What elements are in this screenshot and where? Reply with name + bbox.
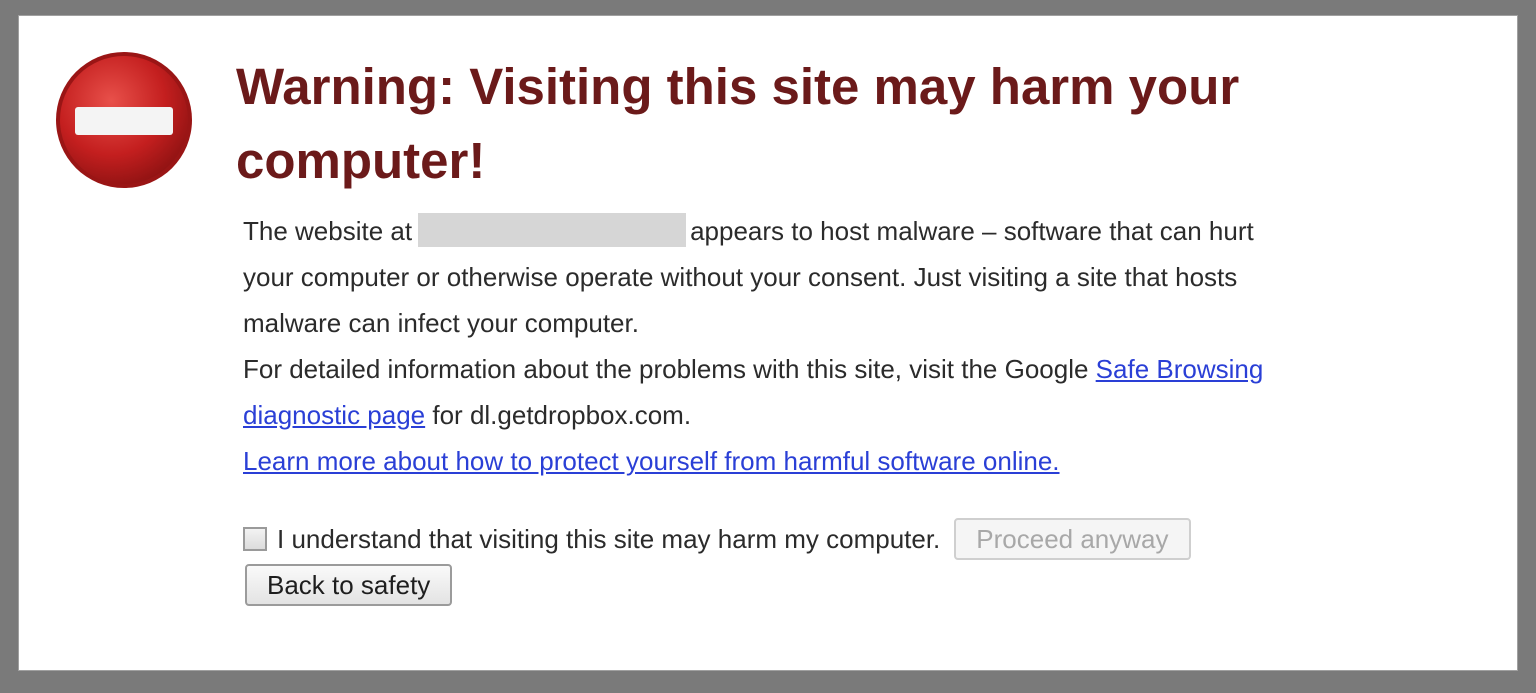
page-title: Warning: Visiting this site may harm you… [236, 58, 1240, 189]
learn-more-link[interactable]: Learn more about how to protect yourself… [243, 446, 1060, 476]
understand-label[interactable]: I understand that visiting this site may… [277, 524, 940, 555]
diagnostic-lead: For detailed information about the probl… [243, 354, 1089, 384]
understand-checkbox[interactable] [243, 527, 267, 551]
redacted-url [418, 213, 687, 247]
warning-page: Warning: Visiting this site may harm you… [18, 15, 1518, 671]
warning-message: The website at appears to host malware – … [243, 208, 1303, 484]
diagnostic-info: For detailed information about the probl… [243, 346, 1303, 438]
description-lead: The website at [243, 216, 413, 246]
malware-description: The website at appears to host malware – … [243, 208, 1303, 346]
diagnostic-rest: for dl.getdropbox.com. [432, 400, 692, 430]
back-to-safety-button[interactable]: Back to safety [245, 564, 453, 606]
confirm-row: I understand that visiting this site may… [243, 516, 1191, 562]
learn-more: Learn more about how to protect yourself… [243, 438, 1303, 484]
stop-icon [56, 52, 192, 188]
proceed-anyway-button[interactable]: Proceed anyway [954, 518, 1191, 560]
